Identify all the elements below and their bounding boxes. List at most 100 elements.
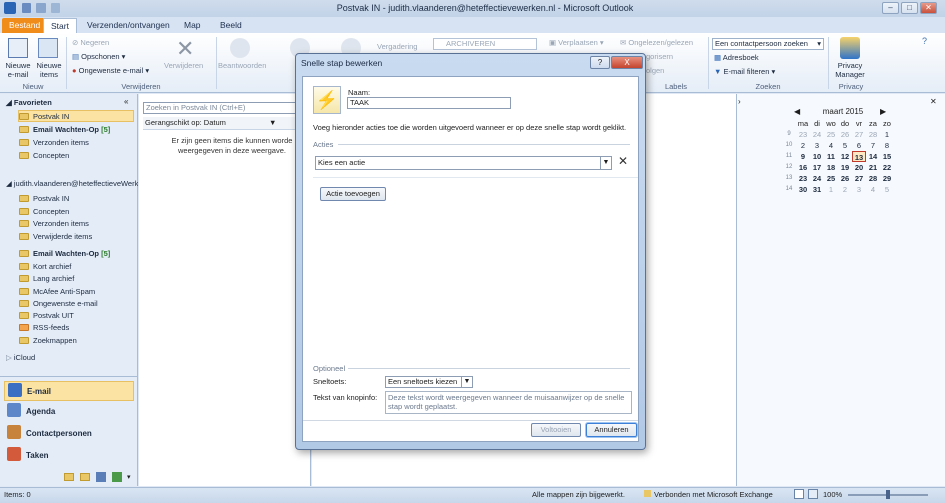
contact-search-input[interactable]: Een contactpersoon zoeken ▾ — [712, 38, 824, 50]
calendar-day[interactable]: 3 — [852, 184, 866, 195]
folder-lang-archief[interactable]: Lang archief — [19, 273, 74, 285]
favorite-sent-items[interactable]: Verzonden items — [19, 137, 89, 149]
notes-icon[interactable] — [64, 473, 74, 481]
quick-steps-gallery[interactable]: ARCHIVEREN — [433, 38, 537, 50]
remove-action-icon[interactable]: ✕ — [618, 154, 628, 168]
calendar-day[interactable]: 13 — [852, 151, 866, 162]
normal-view-icon[interactable] — [794, 489, 804, 499]
addressbook-button[interactable]: ▦ Adresboek — [714, 53, 759, 62]
calendar-day[interactable]: 10 — [810, 151, 824, 162]
cancel-button[interactable]: Annuleren — [586, 423, 637, 437]
tab-send-receive[interactable]: Verzenden/ontvangen — [80, 18, 177, 33]
calendar-day[interactable]: 1 — [824, 184, 838, 195]
calendar-day[interactable]: 8 — [880, 140, 894, 151]
calendar-day[interactable]: 26 — [838, 173, 852, 184]
folder-search[interactable]: Zoekmappen — [19, 335, 77, 347]
folder-inbox[interactable]: Postvak IN — [19, 193, 69, 205]
nav-contacts[interactable]: Contactpersonen — [4, 424, 134, 444]
maximize-button[interactable]: □ — [901, 2, 918, 14]
folder-email-wachten-op[interactable]: Email Wachten-Op [5] — [19, 248, 110, 260]
calendar-day[interactable]: 24 — [810, 173, 824, 184]
calendar-day[interactable]: 3 — [810, 140, 824, 151]
tooltip-textarea[interactable]: Deze tekst wordt weergegeven wanneer de … — [385, 391, 632, 414]
calendar-day[interactable]: 31 — [810, 184, 824, 195]
calendar-day[interactable]: 23 — [796, 129, 810, 140]
collapse-pane-icon[interactable]: « — [124, 97, 128, 106]
folder-mcafee[interactable]: McAfee Anti-Spam — [19, 286, 95, 298]
calendar-day[interactable]: 22 — [880, 162, 894, 173]
calendar-day[interactable]: 30 — [796, 184, 810, 195]
followup-button[interactable]: olgen — [646, 66, 664, 75]
reply-button[interactable]: Beantwoorden — [218, 61, 266, 70]
calendar-day[interactable]: 15 — [880, 151, 894, 162]
close-todo-icon[interactable]: ✕ — [930, 97, 937, 106]
folder-deleted[interactable]: Verwijderde items — [19, 231, 92, 243]
meeting-button[interactable]: Vergadering — [377, 42, 417, 51]
calendar-day[interactable]: 29 — [880, 173, 894, 184]
nav-tasks[interactable]: Taken — [4, 446, 134, 466]
folder-kort-archief[interactable]: Kort archief — [19, 261, 71, 273]
calendar-day[interactable]: 12 — [838, 151, 852, 162]
calendar-day[interactable]: 2 — [838, 184, 852, 195]
calendar-day[interactable]: 4 — [824, 140, 838, 151]
unread-read-button[interactable]: ✉ Ongelezen/gelezen — [620, 38, 693, 47]
calendar-day[interactable]: 28 — [866, 173, 880, 184]
calendar-day[interactable]: 26 — [838, 129, 852, 140]
calendar-day[interactable]: 9 — [796, 151, 810, 162]
calendar-day[interactable]: 14 — [866, 151, 880, 162]
favorite-drafts[interactable]: Concepten — [19, 150, 69, 162]
close-window-button[interactable]: ✕ — [920, 2, 937, 14]
shortcuts-icon[interactable] — [96, 472, 106, 482]
name-input[interactable]: TAAK — [347, 97, 511, 109]
zoom-slider-thumb[interactable] — [886, 490, 890, 499]
favorite-inbox[interactable]: Postvak IN — [18, 110, 134, 122]
journal-icon[interactable] — [112, 472, 122, 482]
nav-email[interactable]: E-mail — [4, 381, 134, 401]
calendar-day[interactable]: 19 — [838, 162, 852, 173]
calendar-day[interactable]: 20 — [852, 162, 866, 173]
calendar-day[interactable]: 23 — [796, 173, 810, 184]
delete-button[interactable]: Verwijderen — [164, 61, 203, 70]
tab-view[interactable]: Beeld — [213, 18, 249, 33]
filter-email-button[interactable]: ▼ E-mail filteren ▾ — [714, 67, 775, 76]
nav-splitter[interactable] — [0, 376, 138, 377]
calendar-day[interactable]: 17 — [810, 162, 824, 173]
tab-file[interactable]: Bestand — [2, 18, 48, 33]
calendar-day[interactable]: 4 — [866, 184, 880, 195]
collapse-todo-icon[interactable]: › — [738, 97, 741, 106]
calendar-day[interactable]: 25 — [824, 129, 838, 140]
calendar-day[interactable]: 25 — [824, 173, 838, 184]
calendar-day[interactable]: 27 — [852, 173, 866, 184]
tab-start[interactable]: Start — [43, 18, 77, 33]
folder-junk[interactable]: Ongewenste e-mail — [19, 298, 98, 310]
save-icon[interactable] — [22, 3, 31, 13]
calendar-day[interactable]: 5 — [838, 140, 852, 151]
add-action-button[interactable]: Actie toevoegen — [320, 187, 386, 201]
calendar-day[interactable]: 21 — [866, 162, 880, 173]
help-icon[interactable]: ? — [922, 36, 927, 46]
folder-outbox[interactable]: Postvak UIT — [19, 310, 74, 322]
undo-icon[interactable] — [51, 3, 60, 13]
favorites-header[interactable]: ◢ Favorieten — [6, 97, 52, 109]
new-email-button[interactable]: Nieuwe e-mail — [3, 61, 33, 79]
calendar-day[interactable]: 1 — [880, 129, 894, 140]
calendar-day[interactable]: 6 — [852, 140, 866, 151]
privacy-manager-button[interactable]: Privacy Manager — [830, 61, 870, 79]
nav-calendar[interactable]: Agenda — [4, 402, 134, 422]
categorize-button[interactable]: gorisern — [646, 52, 673, 61]
send-receive-icon[interactable] — [36, 3, 46, 13]
shortcut-select[interactable]: Een sneltoets kiezen ▼ — [385, 376, 473, 388]
reading-view-icon[interactable] — [808, 489, 818, 499]
folder-drafts[interactable]: Concepten — [19, 206, 69, 218]
dialog-close-button[interactable]: X — [611, 56, 643, 69]
minimize-button[interactable]: – — [882, 2, 899, 14]
dialog-help-button[interactable]: ? — [590, 56, 610, 69]
configure-buttons-icon[interactable]: ▾ — [127, 473, 131, 481]
calendar-day[interactable]: 7 — [866, 140, 880, 151]
account-header[interactable]: ◢ judith.vlaanderen@heteffectieveWerken — [6, 178, 138, 190]
calendar-day[interactable]: 24 — [810, 129, 824, 140]
calendar-day[interactable]: 2 — [796, 140, 810, 151]
calendar-day[interactable]: 18 — [824, 162, 838, 173]
next-month-button[interactable]: ▶ — [880, 107, 886, 116]
prev-month-button[interactable]: ◀ — [794, 107, 800, 116]
